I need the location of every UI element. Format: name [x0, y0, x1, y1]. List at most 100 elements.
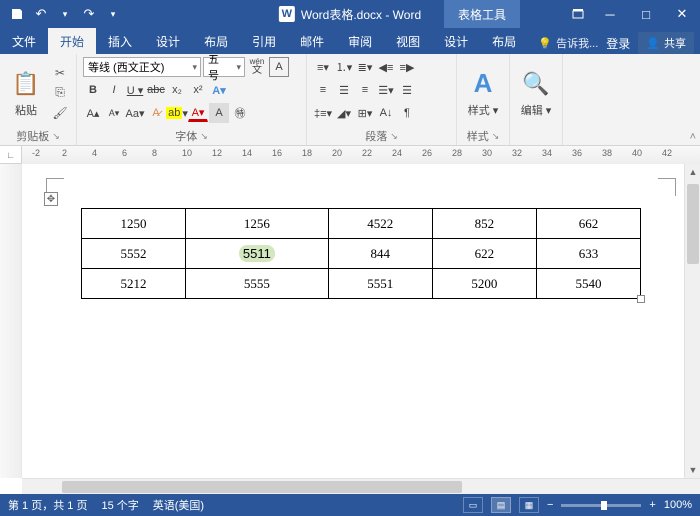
- zoom-level[interactable]: 100%: [664, 499, 692, 511]
- tab-file[interactable]: 文件: [0, 28, 48, 54]
- collapse-ribbon-icon[interactable]: ˄: [690, 131, 696, 143]
- tab-references[interactable]: 引用: [240, 28, 288, 54]
- table-resize-handle-icon[interactable]: [637, 295, 645, 303]
- ribbon-display-icon[interactable]: [564, 0, 592, 28]
- table-cell[interactable]: 5212: [82, 269, 186, 299]
- subscript-button[interactable]: x₂: [167, 80, 187, 100]
- table-cell[interactable]: 5540: [536, 269, 640, 299]
- borders-icon[interactable]: ⊞▾: [355, 103, 375, 123]
- shading-icon[interactable]: ◢▾: [334, 103, 354, 123]
- table-cell[interactable]: 622: [432, 239, 536, 269]
- char-shading-icon[interactable]: A: [209, 103, 229, 123]
- font-color-icon[interactable]: A▾: [188, 105, 208, 122]
- qat-more-icon[interactable]: ▾: [102, 3, 124, 25]
- zoom-slider[interactable]: [561, 504, 641, 507]
- data-table[interactable]: 1250125645228526625552551184462263352125…: [81, 208, 641, 299]
- increase-indent-icon[interactable]: ≡▶: [397, 57, 417, 77]
- scroll-up-icon[interactable]: ▲: [685, 164, 700, 180]
- phonetic-guide-icon[interactable]: wén文: [247, 57, 267, 77]
- tab-table-layout[interactable]: 布局: [480, 28, 528, 54]
- table-cell[interactable]: 633: [536, 239, 640, 269]
- line-spacing-icon[interactable]: ‡≡▾: [313, 103, 333, 123]
- language-indicator[interactable]: 英语(美国): [153, 497, 204, 513]
- italic-button[interactable]: I: [104, 80, 124, 100]
- table-cell[interactable]: 5200: [432, 269, 536, 299]
- change-case-icon[interactable]: Aa▾: [125, 103, 145, 123]
- zoom-in-icon[interactable]: +: [649, 499, 655, 511]
- table-cell[interactable]: 852: [432, 209, 536, 239]
- font-launcher-icon[interactable]: ↘: [200, 131, 208, 142]
- tab-mailings[interactable]: 邮件: [288, 28, 336, 54]
- strikethrough-button[interactable]: abc: [146, 80, 166, 100]
- sort-icon[interactable]: A↓: [376, 103, 396, 123]
- show-marks-icon[interactable]: ¶: [397, 103, 417, 123]
- font-size-select[interactable]: 五号: [203, 57, 245, 77]
- table-cell[interactable]: 844: [328, 239, 432, 269]
- scroll-thumb-h[interactable]: [62, 481, 462, 493]
- tab-home[interactable]: 开始: [48, 28, 96, 54]
- enclose-char-icon[interactable]: ㊕: [230, 103, 250, 123]
- table-cell[interactable]: 662: [536, 209, 640, 239]
- qat-dropdown-icon[interactable]: ▾: [54, 3, 76, 25]
- superscript-button[interactable]: x²: [188, 80, 208, 100]
- styles-launcher-icon[interactable]: ↘: [492, 131, 500, 142]
- table-row[interactable]: 125012564522852662: [82, 209, 641, 239]
- vertical-ruler[interactable]: [0, 164, 22, 478]
- table-cell[interactable]: 5552: [82, 239, 186, 269]
- editing-button[interactable]: 🔍 编辑 ▾: [516, 57, 556, 128]
- bullets-icon[interactable]: ≡▾: [313, 57, 333, 77]
- table-cell[interactable]: 4522: [328, 209, 432, 239]
- align-left-icon[interactable]: ≡: [313, 80, 333, 100]
- tab-design[interactable]: 设计: [144, 28, 192, 54]
- text-effects-icon[interactable]: A▾: [209, 80, 229, 100]
- numbering-icon[interactable]: ⒈▾: [334, 57, 354, 77]
- justify-icon[interactable]: ☰▾: [376, 80, 396, 100]
- close-button[interactable]: ✕: [664, 0, 700, 28]
- read-mode-icon[interactable]: ▭: [463, 497, 483, 513]
- paragraph-launcher-icon[interactable]: ↘: [390, 131, 398, 142]
- minimize-button[interactable]: ─: [592, 0, 628, 28]
- vertical-scrollbar[interactable]: ▲ ▼: [684, 164, 700, 478]
- bold-button[interactable]: B: [83, 80, 103, 100]
- clipboard-launcher-icon[interactable]: ↘: [52, 131, 60, 142]
- login-link[interactable]: 登录: [606, 35, 630, 52]
- underline-button[interactable]: U ▾: [125, 80, 145, 100]
- copy-icon[interactable]: ⎘: [50, 84, 70, 102]
- redo-icon[interactable]: ↷: [78, 3, 100, 25]
- table-cell[interactable]: 5551: [328, 269, 432, 299]
- font-family-select[interactable]: 等线 (西文正文): [83, 57, 201, 77]
- table-cell[interactable]: 5555: [186, 269, 329, 299]
- char-border-icon[interactable]: A: [269, 57, 289, 77]
- zoom-out-icon[interactable]: −: [547, 499, 553, 511]
- align-center-icon[interactable]: ☰: [334, 80, 354, 100]
- scroll-thumb-v[interactable]: [687, 184, 699, 264]
- multilevel-icon[interactable]: ≣▾: [355, 57, 375, 77]
- tab-review[interactable]: 审阅: [336, 28, 384, 54]
- styles-button[interactable]: A 样式 ▾: [463, 57, 503, 128]
- maximize-button[interactable]: □: [628, 0, 664, 28]
- distribute-icon[interactable]: ☰: [397, 80, 417, 100]
- undo-icon[interactable]: ↶: [30, 3, 52, 25]
- horizontal-scrollbar[interactable]: [22, 478, 700, 494]
- grow-font-icon[interactable]: A▴: [83, 103, 103, 123]
- table-cell[interactable]: 1250: [82, 209, 186, 239]
- tab-insert[interactable]: 插入: [96, 28, 144, 54]
- tab-view[interactable]: 视图: [384, 28, 432, 54]
- table-cell[interactable]: 5511: [186, 239, 329, 269]
- paste-button[interactable]: 📋 粘贴: [6, 57, 46, 128]
- table-row[interactable]: 55525511844622633: [82, 239, 641, 269]
- page-indicator[interactable]: 第 1 页，共 1 页: [8, 497, 87, 513]
- document-page[interactable]: ✥ 12501256452285266255525511844622633521…: [22, 164, 700, 478]
- highlight-icon[interactable]: ab▾: [167, 103, 187, 123]
- word-count[interactable]: 15 个字: [101, 497, 138, 513]
- cut-icon[interactable]: ✂: [50, 64, 70, 82]
- clear-format-icon[interactable]: A̷: [146, 103, 166, 123]
- horizontal-ruler[interactable]: ∟ -2246810121416182022242628303234363840…: [0, 146, 700, 164]
- share-button[interactable]: 👤 共享: [638, 32, 694, 54]
- shrink-font-icon[interactable]: A▾: [104, 103, 124, 123]
- table-row[interactable]: 52125555555152005540: [82, 269, 641, 299]
- scroll-down-icon[interactable]: ▼: [685, 462, 700, 478]
- align-right-icon[interactable]: ≡: [355, 80, 375, 100]
- table-move-handle-icon[interactable]: ✥: [44, 192, 58, 206]
- tab-selector-icon[interactable]: ∟: [0, 146, 22, 164]
